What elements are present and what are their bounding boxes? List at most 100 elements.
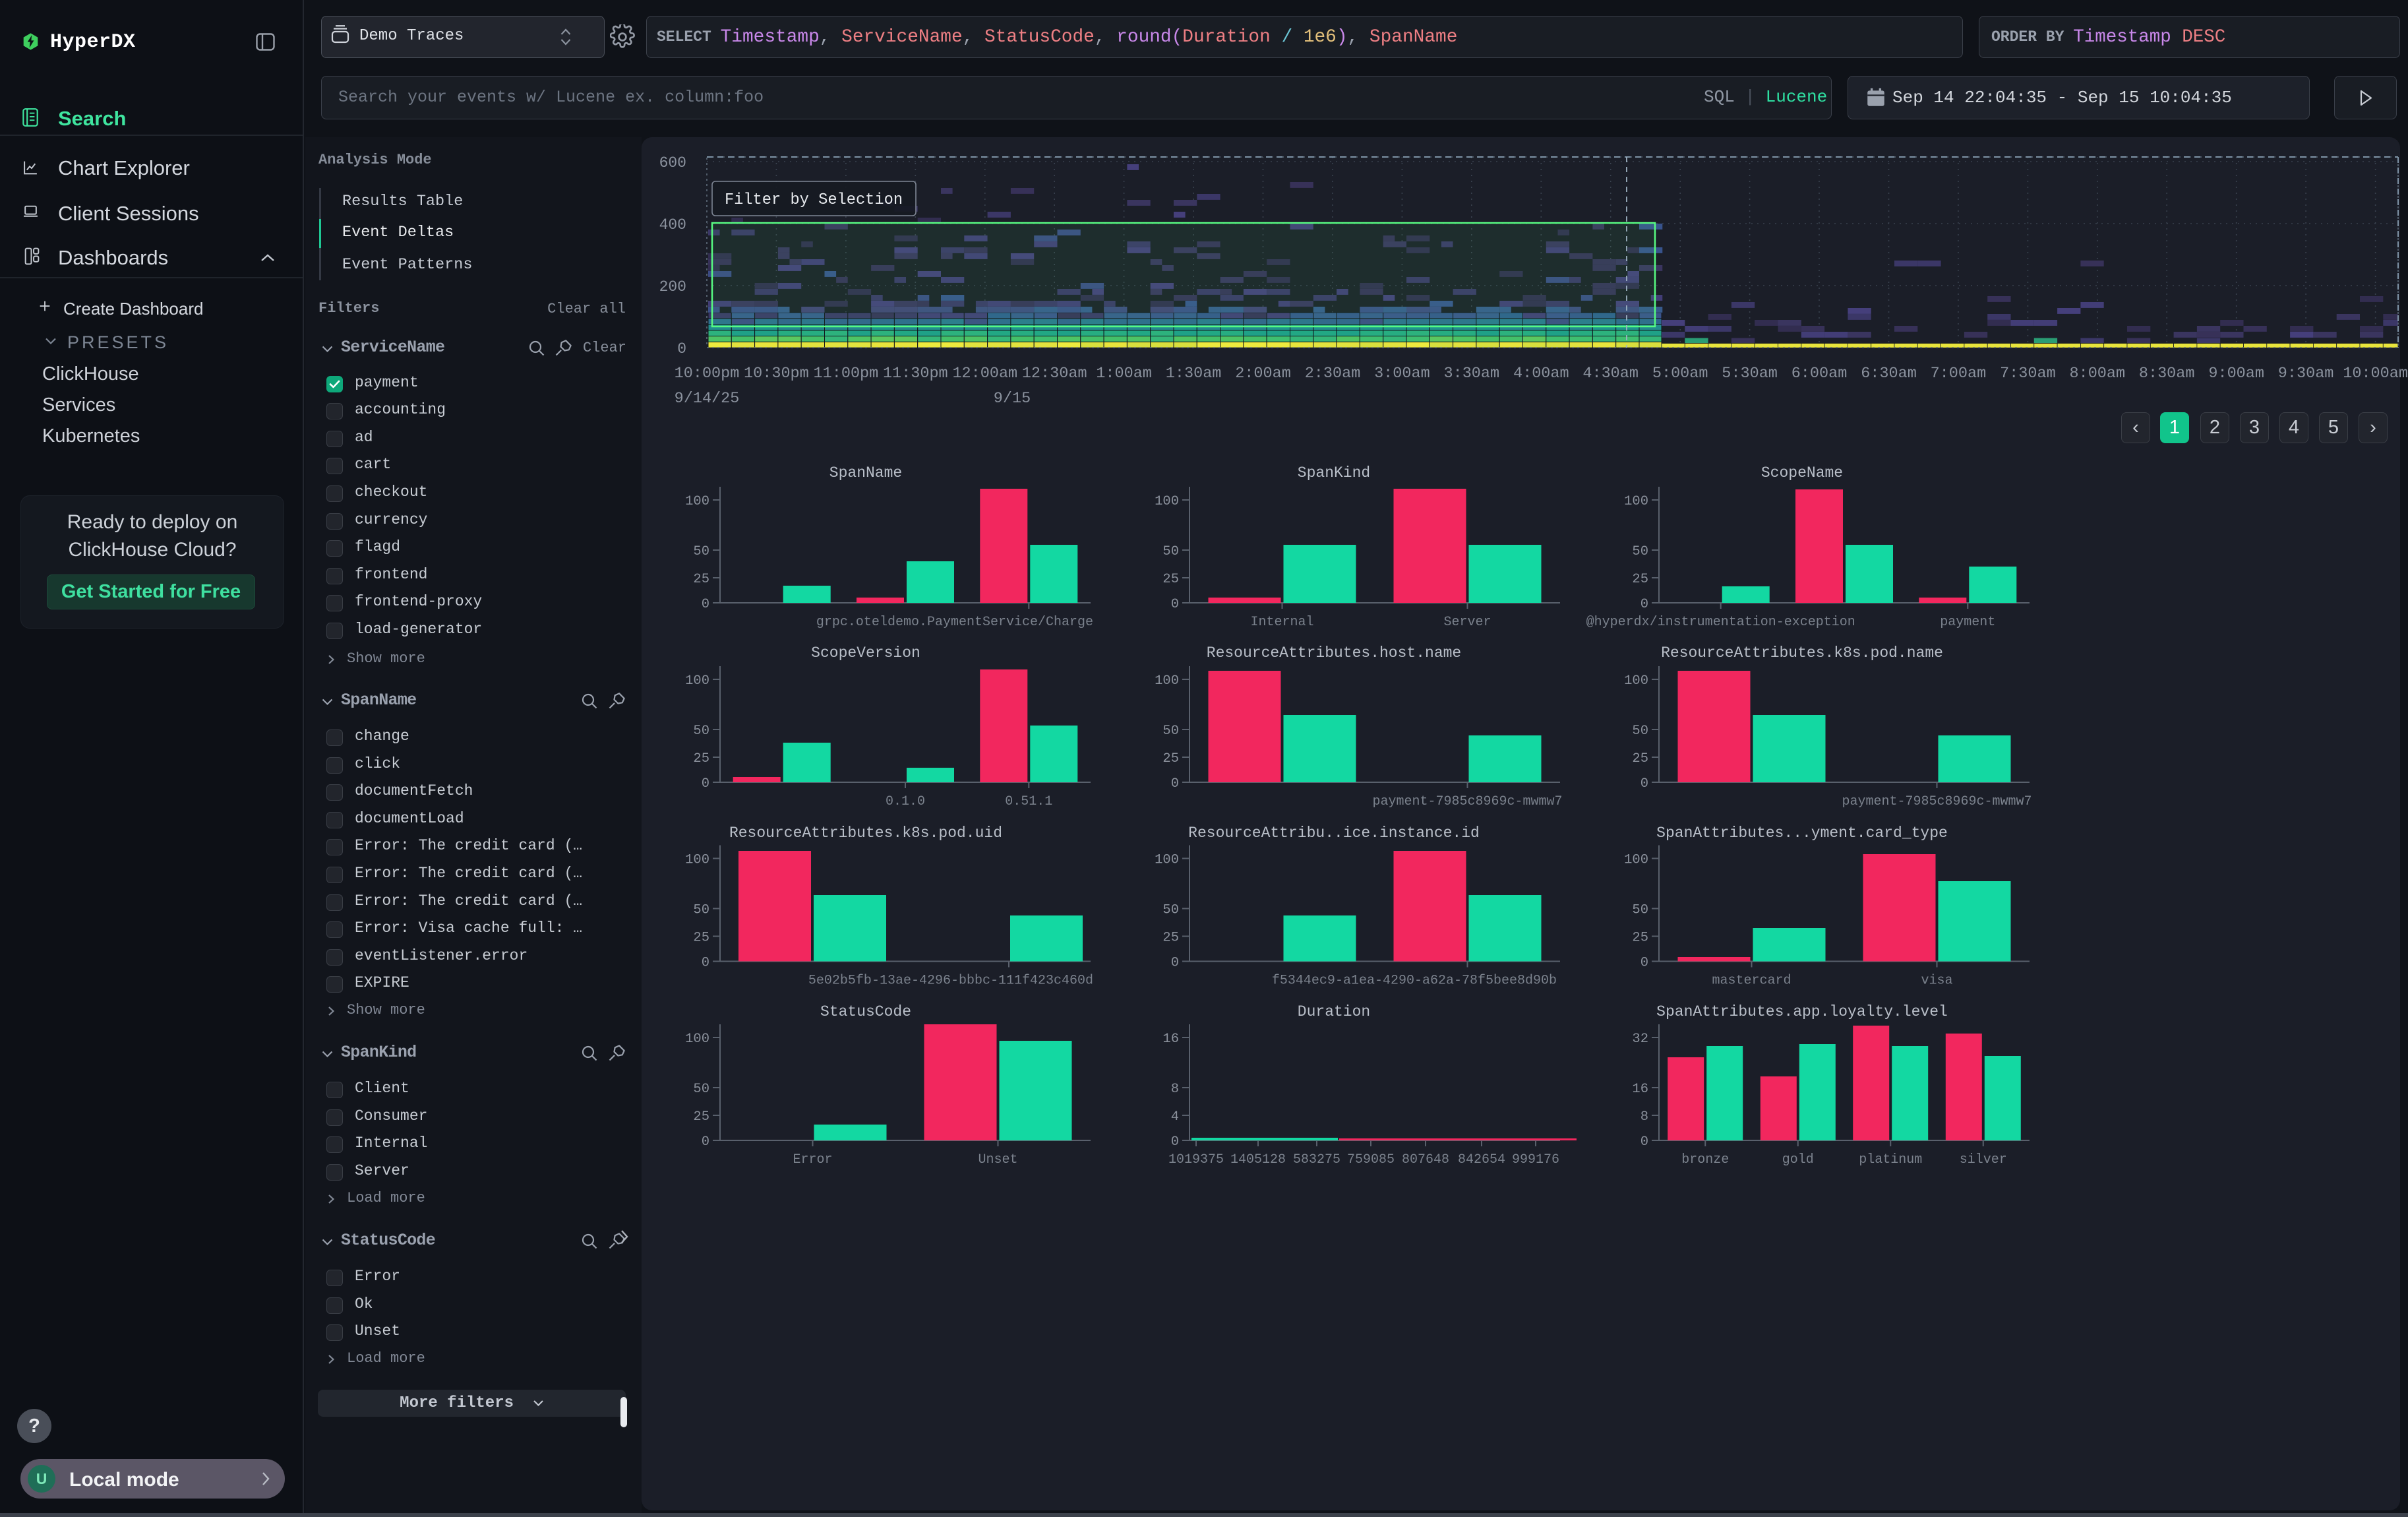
svg-text:100: 100 xyxy=(1624,673,1648,689)
svg-text:8: 8 xyxy=(1171,1082,1179,1097)
svg-text:25: 25 xyxy=(693,931,709,946)
svg-text:100: 100 xyxy=(1155,853,1179,868)
svg-text:SpanAttributes.app.loyalty.lev: SpanAttributes.app.loyalty.level xyxy=(1656,1003,1948,1020)
svg-text:999176: 999176 xyxy=(1512,1152,1559,1167)
svg-text:5e02b5fb-13ae-4296-bbbc-111f42: 5e02b5fb-13ae-4296-bbbc-111f423c460d xyxy=(808,974,1093,989)
svg-text:10:30pm: 10:30pm xyxy=(744,365,809,383)
svg-text:10:00am: 10:00am xyxy=(2343,365,2408,383)
svg-text:25: 25 xyxy=(1632,751,1648,766)
svg-text:6:00am: 6:00am xyxy=(1791,365,1848,383)
svg-text:8:30am: 8:30am xyxy=(2139,365,2195,383)
svg-text:583275: 583275 xyxy=(1293,1152,1340,1167)
svg-text:1019375: 1019375 xyxy=(1168,1152,1224,1167)
svg-text:600: 600 xyxy=(659,154,686,171)
svg-text:0: 0 xyxy=(1171,1134,1179,1150)
svg-text:ResourceAttribu..ice.instance.: ResourceAttribu..ice.instance.id xyxy=(1188,824,1480,842)
svg-text:Duration: Duration xyxy=(1298,1003,1370,1020)
svg-text:16: 16 xyxy=(1632,1082,1648,1097)
svg-text:1:30am: 1:30am xyxy=(1166,365,1222,383)
svg-text:50: 50 xyxy=(693,544,709,559)
svg-text:50: 50 xyxy=(693,903,709,918)
svg-text:7:00am: 7:00am xyxy=(1931,365,1987,383)
svg-text:9:00am: 9:00am xyxy=(2208,365,2264,383)
svg-text:842654: 842654 xyxy=(1458,1152,1505,1167)
svg-text:1:00am: 1:00am xyxy=(1096,365,1152,383)
svg-text:gold: gold xyxy=(1782,1152,1814,1167)
svg-text:25: 25 xyxy=(693,572,709,587)
svg-text:payment: payment xyxy=(1940,615,1995,630)
svg-text:25: 25 xyxy=(1162,931,1179,946)
svg-text:5:00am: 5:00am xyxy=(1652,365,1708,383)
svg-text:SpanKind: SpanKind xyxy=(1298,464,1370,481)
svg-text:9/14/25: 9/14/25 xyxy=(675,390,740,408)
svg-text:4:00am: 4:00am xyxy=(1513,365,1569,383)
svg-text:ResourceAttributes.host.name: ResourceAttributes.host.name xyxy=(1207,644,1461,662)
svg-text:50: 50 xyxy=(1632,544,1648,559)
svg-text:0: 0 xyxy=(677,340,686,357)
svg-text:16: 16 xyxy=(1162,1032,1179,1047)
svg-text:100: 100 xyxy=(1624,853,1648,868)
svg-text:SpanName: SpanName xyxy=(829,464,902,481)
svg-text:100: 100 xyxy=(685,494,709,509)
svg-text:0.1.0: 0.1.0 xyxy=(886,794,925,809)
svg-text:12:00am: 12:00am xyxy=(952,365,1017,383)
svg-text:10:00pm: 10:00pm xyxy=(675,365,740,383)
svg-text:50: 50 xyxy=(693,1082,709,1097)
svg-text:ResourceAttributes.k8s.pod.nam: ResourceAttributes.k8s.pod.name xyxy=(1661,644,1943,662)
svg-text:25: 25 xyxy=(1632,931,1648,946)
svg-text:5:30am: 5:30am xyxy=(1722,365,1778,383)
svg-text:0: 0 xyxy=(1171,597,1179,612)
svg-text:Unset: Unset xyxy=(978,1152,1017,1167)
svg-text:@hyperdx/instrumentation-excep: @hyperdx/instrumentation-exception xyxy=(1586,615,1855,630)
svg-text:25: 25 xyxy=(1162,751,1179,766)
svg-text:1405128: 1405128 xyxy=(1230,1152,1286,1167)
svg-text:0: 0 xyxy=(1171,956,1179,971)
svg-text:Server: Server xyxy=(1443,615,1491,630)
svg-text:StatusCode: StatusCode xyxy=(820,1003,911,1020)
svg-text:6:30am: 6:30am xyxy=(1861,365,1917,383)
svg-text:grpc.oteldemo.PaymentService/C: grpc.oteldemo.PaymentService/Charge xyxy=(816,615,1093,630)
svg-text:0: 0 xyxy=(1640,597,1648,612)
svg-text:silver: silver xyxy=(1960,1152,2007,1167)
svg-text:50: 50 xyxy=(1162,544,1179,559)
svg-text:12:30am: 12:30am xyxy=(1022,365,1087,383)
svg-text:0: 0 xyxy=(1640,776,1648,791)
svg-text:25: 25 xyxy=(693,1109,709,1125)
svg-text:0: 0 xyxy=(1640,1134,1648,1150)
svg-text:50: 50 xyxy=(1162,724,1179,739)
svg-text:Internal: Internal xyxy=(1250,615,1313,630)
svg-text:50: 50 xyxy=(1632,903,1648,918)
svg-text:8: 8 xyxy=(1640,1109,1648,1125)
svg-text:25: 25 xyxy=(1632,572,1648,587)
svg-text:Error: Error xyxy=(793,1152,832,1167)
svg-text:visa: visa xyxy=(1921,974,1952,989)
svg-text:0: 0 xyxy=(702,1134,709,1150)
svg-text:SpanAttributes...yment.card_ty: SpanAttributes...yment.card_type xyxy=(1656,824,1948,842)
svg-text:0: 0 xyxy=(702,956,709,971)
svg-text:f5344ec9-a1ea-4290-a62a-78f5be: f5344ec9-a1ea-4290-a62a-78f5bee8d90b xyxy=(1272,974,1557,989)
svg-text:8:00am: 8:00am xyxy=(2069,365,2125,383)
svg-text:11:00pm: 11:00pm xyxy=(814,365,879,383)
svg-text:mastercard: mastercard xyxy=(1712,974,1791,989)
svg-text:0: 0 xyxy=(702,776,709,791)
svg-text:3:00am: 3:00am xyxy=(1374,365,1430,383)
svg-text:400: 400 xyxy=(659,216,686,233)
svg-text:32: 32 xyxy=(1632,1032,1648,1047)
svg-text:platinum: platinum xyxy=(1859,1152,1922,1167)
svg-text:payment-7985c8969c-mwmw7: payment-7985c8969c-mwmw7 xyxy=(1842,794,2032,809)
svg-text:ResourceAttributes.k8s.pod.uid: ResourceAttributes.k8s.pod.uid xyxy=(729,824,1002,842)
svg-text:4:30am: 4:30am xyxy=(1582,365,1639,383)
svg-text:759085: 759085 xyxy=(1347,1152,1395,1167)
svg-text:0: 0 xyxy=(1640,956,1648,971)
svg-text:807648: 807648 xyxy=(1402,1152,1449,1167)
svg-text:25: 25 xyxy=(1162,572,1179,587)
svg-text:200: 200 xyxy=(659,278,686,295)
svg-text:2:00am: 2:00am xyxy=(1235,365,1291,383)
svg-text:100: 100 xyxy=(1155,673,1179,689)
svg-text:50: 50 xyxy=(1632,724,1648,739)
svg-text:100: 100 xyxy=(685,853,709,868)
svg-text:100: 100 xyxy=(1624,494,1648,509)
svg-text:9/15: 9/15 xyxy=(994,390,1031,408)
svg-text:0: 0 xyxy=(702,597,709,612)
svg-text:bronze: bronze xyxy=(1681,1152,1729,1167)
